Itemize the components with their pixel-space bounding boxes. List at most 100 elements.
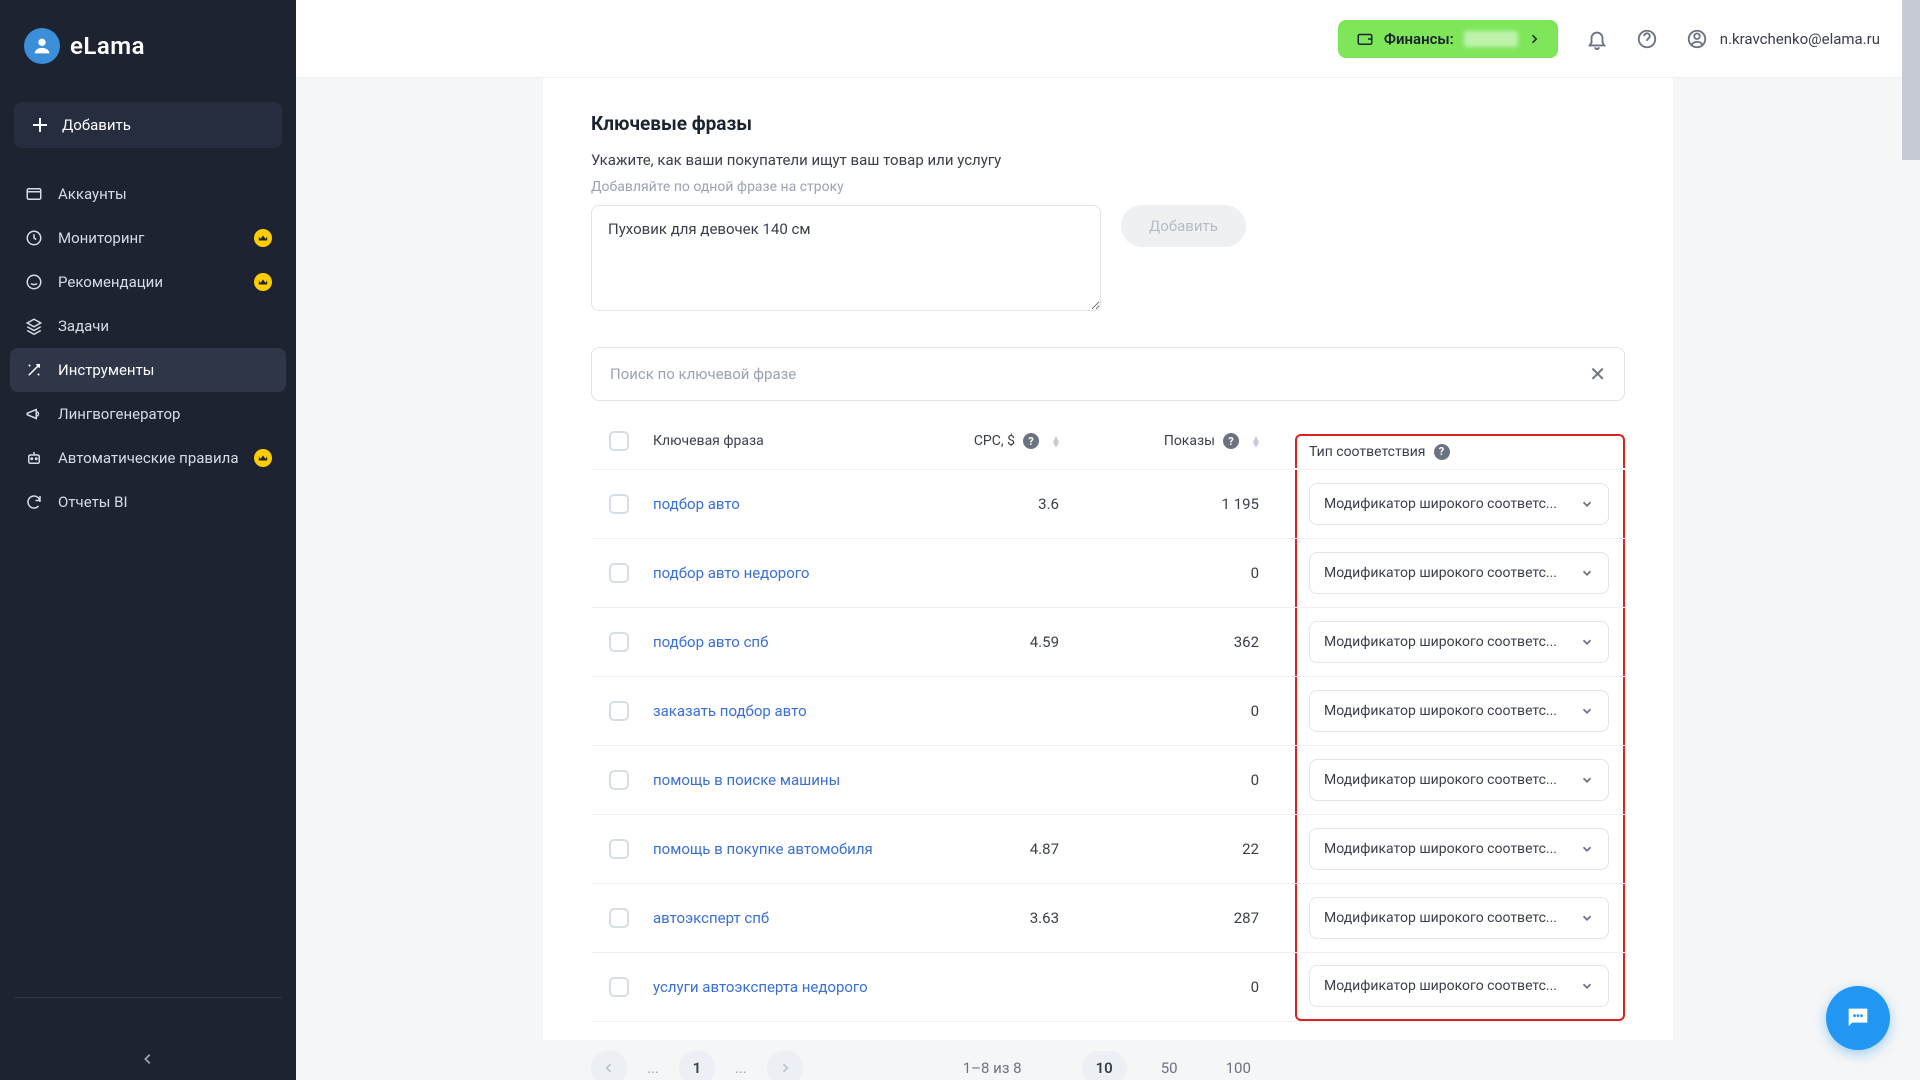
add-button[interactable]: Добавить	[14, 102, 282, 148]
chevron-down-icon	[1580, 566, 1594, 580]
keyword-link[interactable]: подбор авто	[653, 495, 740, 513]
match-type-select[interactable]: Модификатор широкого соответс...	[1309, 965, 1609, 1007]
chevron-right-icon	[1528, 33, 1540, 45]
keyword-link[interactable]: услуги автоэксперта недорого	[653, 978, 868, 996]
sidebar-item-auto-rules[interactable]: Автоматические правила	[10, 436, 286, 480]
search-input[interactable]	[610, 365, 1589, 383]
chevron-down-icon	[1580, 842, 1594, 856]
page-size: 10 50 100	[1082, 1051, 1265, 1080]
help-icon[interactable]: ?	[1023, 433, 1039, 449]
user-menu[interactable]: n.kravchenko@elama.ru	[1686, 28, 1880, 50]
row-checkbox[interactable]	[609, 701, 629, 721]
crown-badge-icon	[254, 273, 272, 291]
sidebar-item-monitoring[interactable]: Мониторинг	[10, 216, 286, 260]
impressions-value: 0	[1059, 771, 1259, 789]
sidebar-item-label: Автоматические правила	[58, 449, 238, 467]
match-select-text: Модификатор широкого соответс...	[1324, 772, 1580, 788]
sidebar-item-reports[interactable]: Отчеты BI	[10, 480, 286, 524]
row-checkbox[interactable]	[609, 632, 629, 652]
match-type-select[interactable]: Модификатор широкого соответс...	[1309, 483, 1609, 525]
select-all-checkbox[interactable]	[609, 431, 629, 451]
table-row: услуги автоэксперта недорого 0 Модификат…	[591, 953, 1625, 1022]
match-type-select[interactable]: Модификатор широкого соответс...	[1309, 759, 1609, 801]
sidebar-item-lingvo[interactable]: Лингвогенератор	[10, 392, 286, 436]
header-impressions[interactable]: Показы ? ▴▾	[1059, 433, 1259, 449]
plus-icon	[32, 117, 48, 133]
sidebar-item-label: Инструменты	[58, 361, 154, 379]
keyword-link[interactable]: автоэксперт спб	[653, 909, 769, 927]
logo-text: eLama	[70, 32, 145, 60]
row-checkbox[interactable]	[609, 977, 629, 997]
page-size-100[interactable]: 100	[1212, 1051, 1265, 1080]
sidebar-item-tools[interactable]: Инструменты	[10, 348, 286, 392]
sidebar: eLama Добавить Аккаунты Мониторинг Реком…	[0, 0, 296, 1080]
user-email: n.kravchenko@elama.ru	[1720, 30, 1880, 48]
prev-page-button[interactable]	[591, 1050, 627, 1080]
robot-icon	[24, 448, 44, 468]
keywords-textarea[interactable]: Пуховик для девочек 140 см	[591, 205, 1101, 311]
impressions-value: 287	[1059, 909, 1259, 927]
finance-pill[interactable]: Финансы:	[1338, 20, 1558, 58]
logo: eLama	[0, 0, 296, 92]
match-select-text: Модификатор широкого соответс...	[1324, 703, 1580, 719]
user-icon	[1686, 28, 1708, 50]
page-size-10[interactable]: 10	[1082, 1051, 1127, 1080]
chat-fab[interactable]	[1826, 986, 1890, 1050]
keyword-link[interactable]: помощь в поиске машины	[653, 771, 840, 789]
sidebar-footer	[14, 997, 282, 1038]
row-checkbox[interactable]	[609, 494, 629, 514]
sidebar-item-recommendations[interactable]: Рекомендации	[10, 260, 286, 304]
keyword-link[interactable]: заказать подбор авто	[653, 702, 807, 720]
sidebar-item-label: Задачи	[58, 317, 109, 335]
impressions-value: 1 195	[1059, 495, 1259, 513]
sort-icon[interactable]: ▴▾	[1253, 435, 1259, 447]
impressions-value: 0	[1059, 702, 1259, 720]
impressions-value: 0	[1059, 978, 1259, 996]
match-type-select[interactable]: Модификатор широкого соответс...	[1309, 828, 1609, 870]
sidebar-item-accounts[interactable]: Аккаунты	[10, 172, 286, 216]
page-dots: ...	[735, 1059, 747, 1077]
collapse-sidebar-button[interactable]	[0, 1038, 296, 1080]
match-type-select[interactable]: Модификатор широкого соответс...	[1309, 621, 1609, 663]
wand-icon	[24, 360, 44, 380]
match-select-text: Модификатор широкого соответс...	[1324, 496, 1580, 512]
next-page-button[interactable]	[767, 1050, 803, 1080]
row-checkbox[interactable]	[609, 770, 629, 790]
match-type-select[interactable]: Модификатор широкого соответс...	[1309, 897, 1609, 939]
sidebar-item-label: Отчеты BI	[58, 493, 128, 511]
keyword-link[interactable]: помощь в покупке автомобиля	[653, 840, 873, 858]
bell-icon[interactable]	[1586, 28, 1608, 50]
crown-badge-icon	[254, 229, 272, 247]
match-type-select[interactable]: Модификатор широкого соответс...	[1309, 690, 1609, 732]
help-icon[interactable]: ?	[1223, 433, 1239, 449]
keyword-link[interactable]: подбор авто недорого	[653, 564, 809, 582]
impressions-value: 22	[1059, 840, 1259, 858]
header-keyword[interactable]: Ключевая фраза	[647, 433, 889, 449]
page-size-50[interactable]: 50	[1147, 1051, 1192, 1080]
crown-badge-icon	[254, 449, 272, 467]
add-keyword-button[interactable]: Добавить	[1121, 205, 1246, 247]
match-select-text: Модификатор широкого соответс...	[1324, 634, 1580, 650]
page-1[interactable]: 1	[679, 1050, 715, 1080]
row-checkbox[interactable]	[609, 839, 629, 859]
table-row: подбор авто спб 4.59 362 Модификатор шир…	[591, 608, 1625, 677]
header-cpc[interactable]: CPC, $ ? ▴▾	[889, 433, 1059, 449]
panel: Ключевые фразы Укажите, как ваши покупат…	[543, 78, 1673, 1040]
scrollbar-thumb[interactable]	[1902, 0, 1920, 160]
help-icon[interactable]: ?	[1434, 444, 1450, 460]
match-type-select[interactable]: Модификатор широкого соответс...	[1309, 552, 1609, 594]
sidebar-item-label: Лингвогенератор	[58, 405, 180, 423]
close-icon[interactable]: ✕	[1589, 362, 1606, 386]
row-checkbox[interactable]	[609, 563, 629, 583]
keyword-link[interactable]: подбор авто спб	[653, 633, 768, 651]
table-row: помощь в покупке автомобиля 4.87 22 Моди…	[591, 815, 1625, 884]
help-icon[interactable]	[1636, 28, 1658, 50]
row-checkbox[interactable]	[609, 908, 629, 928]
sidebar-item-label: Аккаунты	[58, 185, 127, 203]
add-button-label: Добавить	[62, 116, 131, 134]
table-header: Ключевая фраза CPC, $ ? ▴▾ Показы ? ▴▾ Т…	[591, 431, 1625, 470]
chevron-down-icon	[1580, 497, 1594, 511]
chevron-down-icon	[1580, 704, 1594, 718]
sidebar-item-tasks[interactable]: Задачи	[10, 304, 286, 348]
chat-icon	[24, 272, 44, 292]
